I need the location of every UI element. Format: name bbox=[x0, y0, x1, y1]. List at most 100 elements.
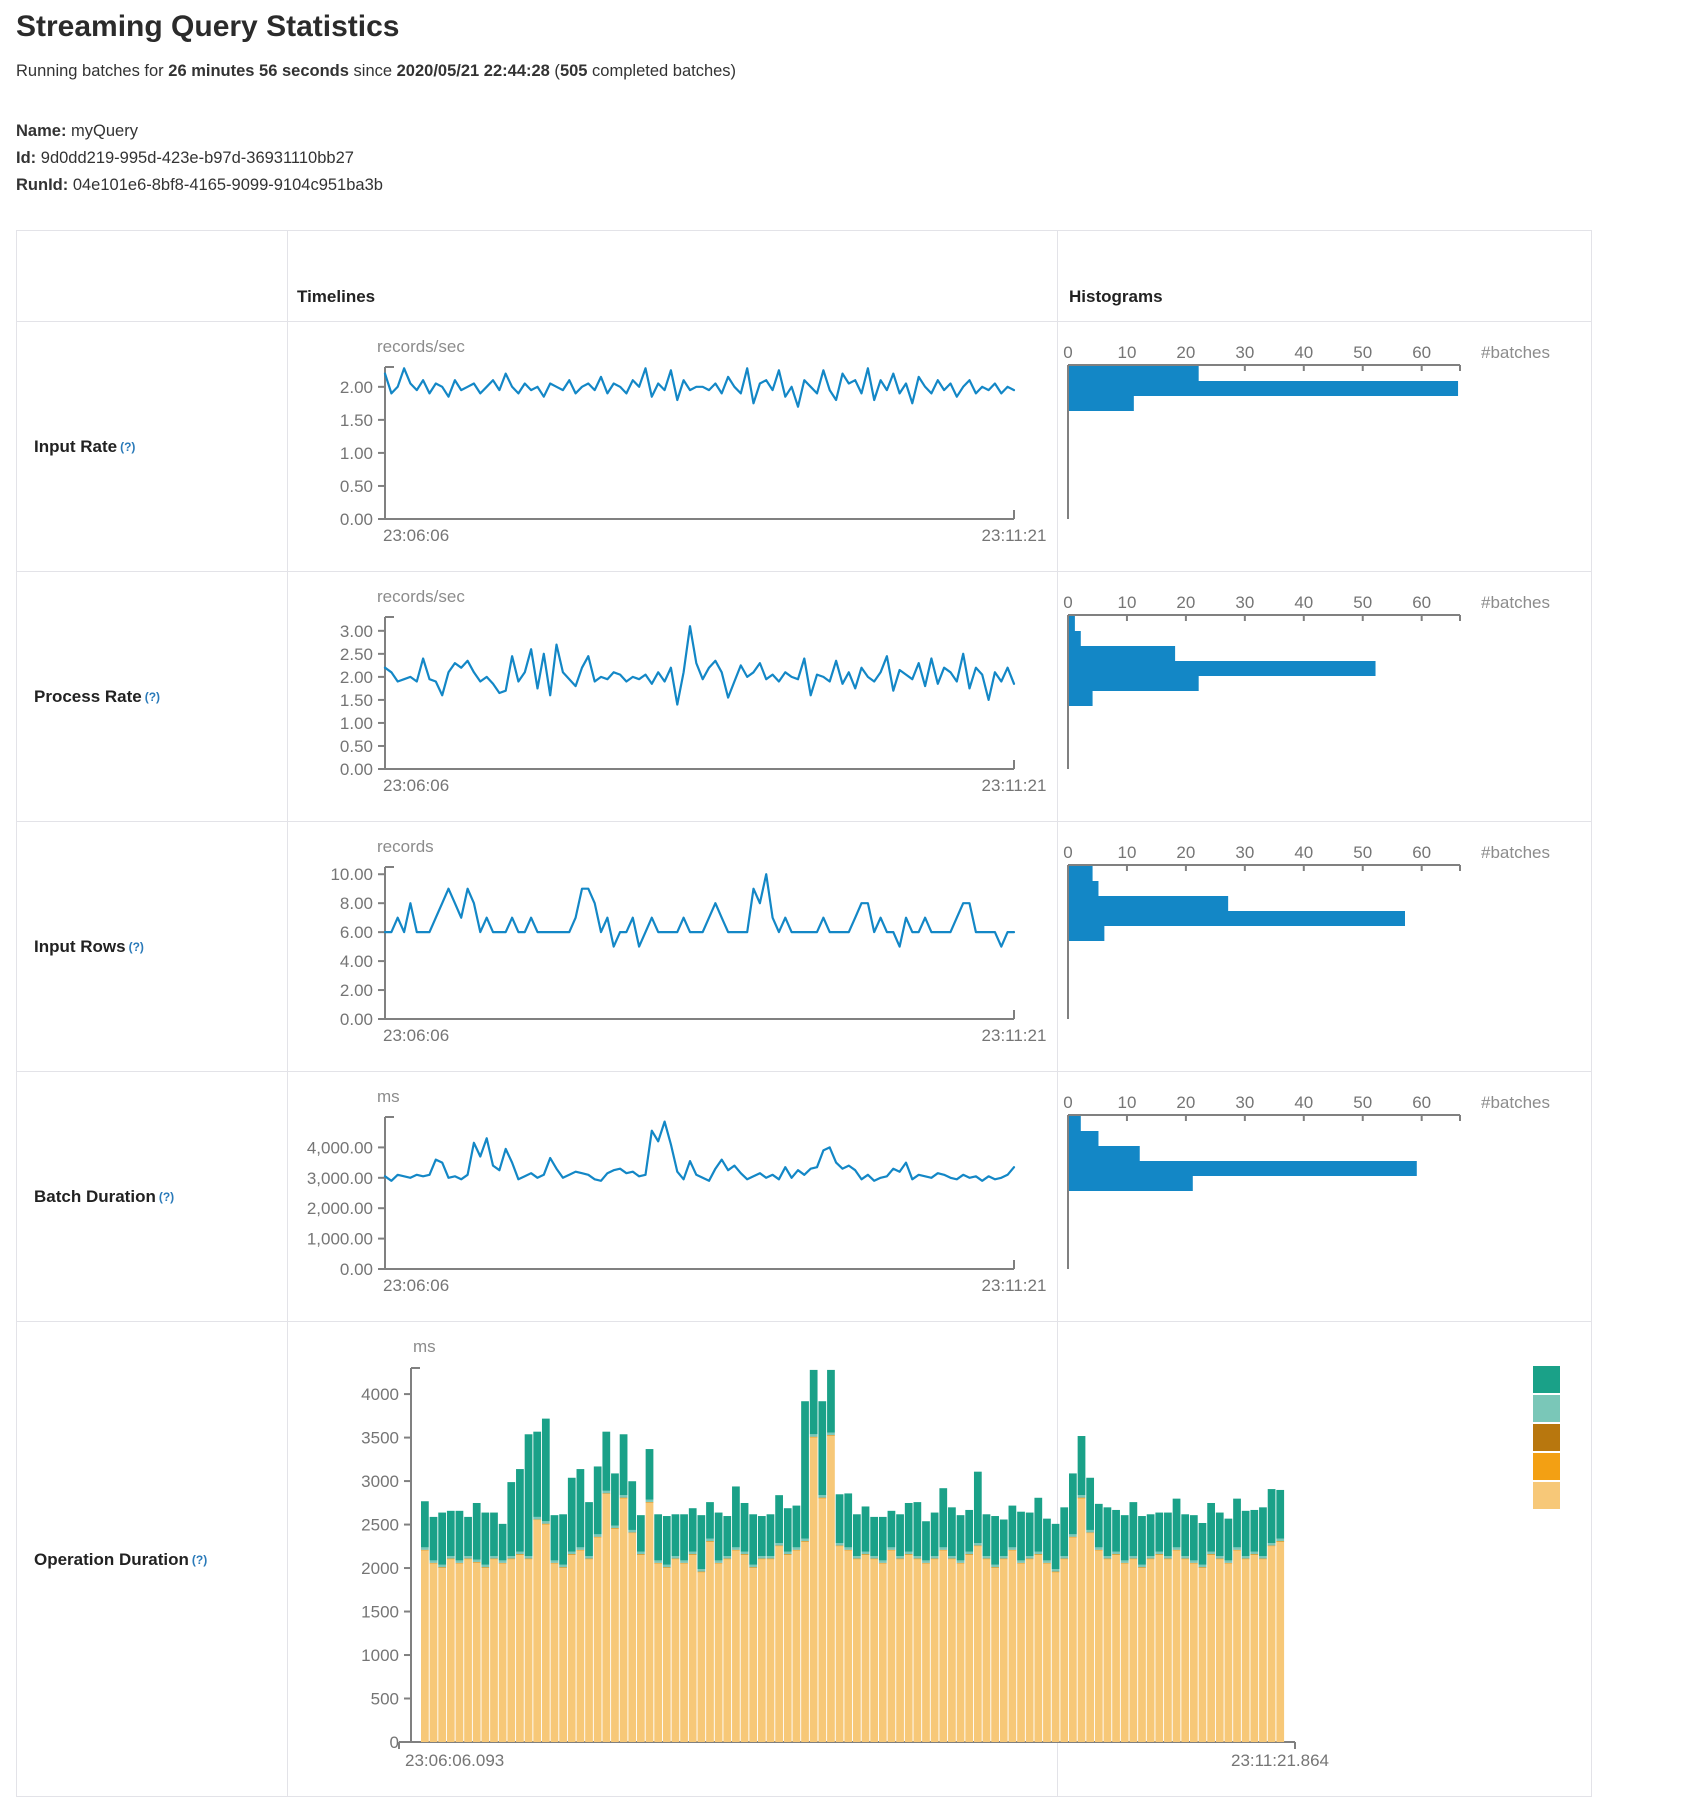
operation-duration-stacked-chart: ms0500100015002000250030003500400023:06:… bbox=[285, 1322, 1591, 1797]
svg-text:1.00: 1.00 bbox=[340, 444, 373, 463]
svg-text:20: 20 bbox=[1176, 843, 1195, 862]
row-input-rows: Input Rows(?) records0.002.004.006.008.0… bbox=[17, 822, 1591, 1072]
legend-swatch-2 bbox=[1533, 1424, 1560, 1451]
svg-text:1500: 1500 bbox=[361, 1603, 399, 1622]
query-id-value: 9d0dd219-995d-423e-b97d-36931110bb27 bbox=[41, 149, 354, 167]
svg-text:2500: 2500 bbox=[361, 1516, 399, 1535]
timeline-svg: ms0.001,000.002,000.003,000.004,000.0023… bbox=[285, 1072, 1055, 1322]
svg-text:2,000.00: 2,000.00 bbox=[307, 1199, 373, 1218]
svg-text:ms: ms bbox=[377, 1087, 400, 1106]
svg-text:records: records bbox=[377, 837, 434, 856]
summary-batch-count: 505 bbox=[560, 62, 588, 80]
svg-text:2.50: 2.50 bbox=[340, 645, 373, 664]
svg-text:#batches: #batches bbox=[1481, 593, 1550, 612]
summary-since-timestamp: 2020/05/21 22:44:28 bbox=[397, 62, 550, 80]
svg-text:1.50: 1.50 bbox=[340, 411, 373, 430]
batch-duration-help-icon[interactable]: (?) bbox=[159, 1190, 174, 1204]
svg-text:50: 50 bbox=[1353, 843, 1372, 862]
svg-text:ms: ms bbox=[413, 1337, 436, 1356]
svg-text:60: 60 bbox=[1412, 1093, 1431, 1112]
svg-text:0: 0 bbox=[390, 1733, 399, 1752]
legend-swatch-0 bbox=[1533, 1366, 1560, 1393]
svg-text:20: 20 bbox=[1176, 343, 1195, 362]
streaming-query-statistics-page: Streaming Query Statistics Running batch… bbox=[0, 0, 1693, 1820]
timeline-svg: records/sec0.000.501.001.502.002.503.002… bbox=[285, 572, 1055, 822]
query-runid-label: RunId: bbox=[16, 176, 68, 194]
svg-text:60: 60 bbox=[1412, 343, 1431, 362]
svg-text:500: 500 bbox=[371, 1690, 399, 1709]
svg-text:23:06:06: 23:06:06 bbox=[383, 526, 449, 545]
input-rows-histogram: 0102030405060#batches bbox=[1055, 822, 1591, 1071]
svg-text:0.00: 0.00 bbox=[340, 510, 373, 529]
svg-text:20: 20 bbox=[1176, 593, 1195, 612]
row-operation-duration: Operation Duration(?) ms0500100015002000… bbox=[17, 1322, 1591, 1797]
summary-suffix: completed batches) bbox=[587, 62, 736, 80]
timeline-svg: records/sec0.000.501.001.502.0023:06:062… bbox=[285, 322, 1055, 572]
batch-duration-timeline-chart: ms0.001,000.002,000.003,000.004,000.0023… bbox=[285, 1072, 1055, 1321]
timeline-svg: records0.002.004.006.008.0010.0023:06:06… bbox=[285, 822, 1055, 1072]
svg-text:23:11:21: 23:11:21 bbox=[982, 776, 1047, 795]
svg-text:10: 10 bbox=[1117, 1093, 1136, 1112]
svg-text:0.00: 0.00 bbox=[340, 760, 373, 779]
svg-text:1.00: 1.00 bbox=[340, 714, 373, 733]
svg-text:30: 30 bbox=[1235, 593, 1254, 612]
svg-text:1.50: 1.50 bbox=[340, 691, 373, 710]
histogram-svg: 0102030405060#batches bbox=[1055, 572, 1591, 822]
legend-swatch-3 bbox=[1533, 1453, 1560, 1480]
svg-text:30: 30 bbox=[1235, 1093, 1254, 1112]
input-rows-label: Input Rows bbox=[34, 937, 126, 957]
svg-text:23:06:06: 23:06:06 bbox=[383, 776, 449, 795]
query-id-label: Id: bbox=[16, 149, 36, 167]
summary-prefix: Running batches for bbox=[16, 62, 168, 80]
process-rate-histogram: 0102030405060#batches bbox=[1055, 572, 1591, 821]
svg-text:3500: 3500 bbox=[361, 1429, 399, 1448]
svg-text:23:06:06: 23:06:06 bbox=[383, 1276, 449, 1295]
summary-paren: ( bbox=[550, 62, 560, 80]
svg-text:40: 40 bbox=[1294, 1093, 1313, 1112]
timelines-column-header: Timelines bbox=[297, 287, 375, 307]
row-process-rate: Process Rate(?) records/sec 0.00 0.50 1.00 1… bbox=[17, 572, 1591, 822]
row-input-rate: Input Rate(?) records/sec0.000.501.001.5… bbox=[17, 322, 1591, 572]
svg-text:0.50: 0.50 bbox=[340, 737, 373, 756]
svg-text:60: 60 bbox=[1412, 593, 1431, 612]
histogram-svg: 0102030405060#batches bbox=[1055, 322, 1591, 572]
process-rate-label: Process Rate bbox=[34, 687, 142, 707]
svg-text:records/sec: records/sec bbox=[377, 587, 465, 606]
svg-text:23:11:21.864: 23:11:21.864 bbox=[1231, 1751, 1329, 1770]
svg-text:0.00: 0.00 bbox=[340, 1260, 373, 1279]
process-rate-help-icon[interactable]: (?) bbox=[145, 690, 160, 704]
operation-duration-label: Operation Duration bbox=[34, 1550, 189, 1570]
query-runid-value: 04e101e6-8bf8-4165-9099-9104c951ba3b bbox=[73, 176, 383, 194]
operation-duration-help-icon[interactable]: (?) bbox=[192, 1553, 207, 1567]
svg-text:2000: 2000 bbox=[361, 1559, 399, 1578]
svg-text:0.00: 0.00 bbox=[340, 1010, 373, 1029]
svg-text:3000: 3000 bbox=[361, 1472, 399, 1491]
statistics-table: Timelines Histograms Input Rate(?) recor… bbox=[16, 230, 1592, 1797]
svg-text:0: 0 bbox=[1063, 1093, 1072, 1112]
svg-text:0: 0 bbox=[1063, 593, 1072, 612]
svg-text:10: 10 bbox=[1117, 843, 1136, 862]
svg-text:50: 50 bbox=[1353, 1093, 1372, 1112]
histogram-svg: 0102030405060#batches bbox=[1055, 822, 1591, 1072]
input-rate-help-icon[interactable]: (?) bbox=[120, 440, 135, 454]
svg-text:10.00: 10.00 bbox=[330, 865, 373, 884]
table-header-row: Timelines Histograms bbox=[17, 231, 1591, 322]
query-name-value: myQuery bbox=[71, 122, 138, 140]
input-rate-timeline-chart: records/sec0.000.501.001.502.0023:06:062… bbox=[285, 322, 1055, 571]
input-rate-label: Input Rate bbox=[34, 437, 117, 457]
query-id-row: Id: 9d0dd219-995d-423e-b97d-36931110bb27 bbox=[16, 145, 383, 172]
svg-text:#batches: #batches bbox=[1481, 1093, 1550, 1112]
svg-text:10: 10 bbox=[1117, 593, 1136, 612]
svg-text:0.50: 0.50 bbox=[340, 477, 373, 496]
svg-text:23:06:06: 23:06:06 bbox=[383, 1026, 449, 1045]
running-batches-summary: Running batches for 26 minutes 56 second… bbox=[16, 62, 736, 81]
svg-text:8.00: 8.00 bbox=[340, 894, 373, 913]
stacked-bar-svg: ms0500100015002000250030003500400023:06:… bbox=[285, 1322, 1591, 1797]
svg-text:23:06:06.093: 23:06:06.093 bbox=[405, 1751, 504, 1770]
query-name-row: Name: myQuery bbox=[16, 118, 383, 145]
svg-text:60: 60 bbox=[1412, 843, 1431, 862]
input-rows-help-icon[interactable]: (?) bbox=[129, 940, 144, 954]
input-rate-histogram: 0102030405060#batches bbox=[1055, 322, 1591, 571]
svg-text:4,000.00: 4,000.00 bbox=[307, 1138, 373, 1157]
svg-text:#batches: #batches bbox=[1481, 843, 1550, 862]
